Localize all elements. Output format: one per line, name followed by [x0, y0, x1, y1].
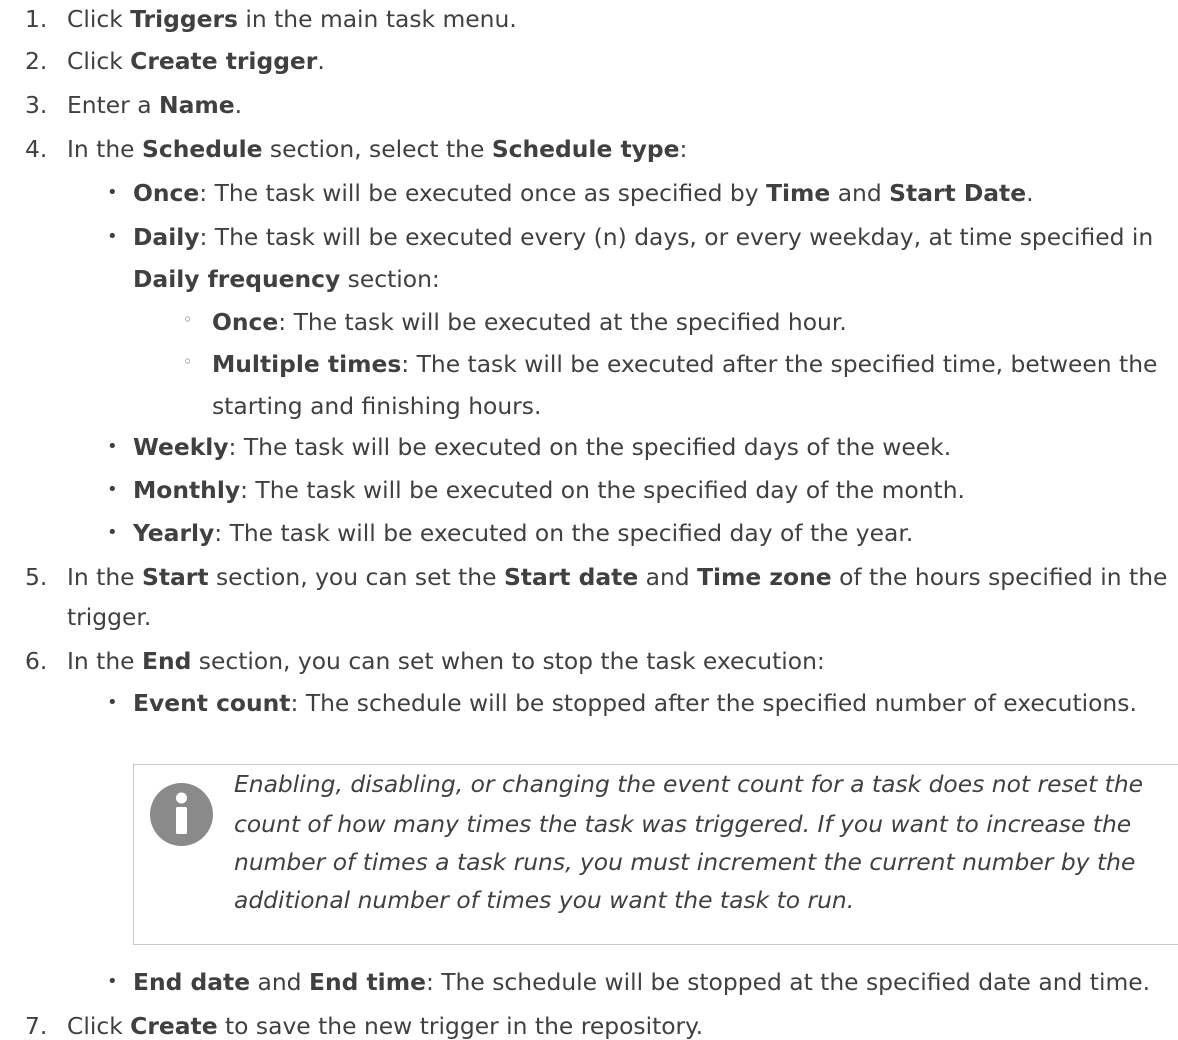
bullet-marker: • [107, 692, 118, 713]
term-schedule-type: Schedule type [491, 135, 680, 163]
info-icon [150, 783, 213, 846]
sub-bullet-marker: ◦ [183, 310, 193, 329]
bullet-marker: • [107, 479, 118, 500]
step-number: 1. [25, 5, 48, 33]
term-schedule: Schedule [141, 135, 263, 163]
bullet-marker: • [107, 436, 118, 457]
bullet-daily-cont: Daily frequency section: [133, 265, 440, 293]
step-number: 4. [25, 135, 48, 163]
note-line-2: count of how many times the task was tri… [234, 810, 1132, 838]
document-page: { "steps": { "s1": {"num": "1.", "t1": "… [0, 0, 1178, 1039]
term-triggers: Triggers [130, 5, 238, 33]
step-number: 3. [25, 91, 48, 119]
sub-bullet-multiple-cont: starting and finishing hours. [212, 392, 542, 420]
step-5-cont: trigger. [67, 603, 152, 631]
note-line-4: additional number of times you want the … [234, 886, 855, 914]
step-number: 5. [25, 563, 48, 591]
step-number: 6. [25, 647, 48, 675]
bullet-marker: • [107, 971, 118, 992]
step-number: 2. [25, 47, 48, 75]
note-line-1: Enabling, disabling, or changing the eve… [234, 770, 1144, 798]
bullet-marker: • [107, 522, 118, 543]
term-name: Name [159, 91, 235, 119]
bullet-marker: • [107, 182, 118, 203]
term-create-trigger: Create trigger [130, 47, 318, 75]
step-number: 7. [25, 1012, 48, 1040]
sub-bullet-marker: ◦ [183, 352, 193, 371]
bullet-marker: • [107, 226, 118, 247]
note-line-3: number of times a task runs, you must in… [234, 848, 1136, 876]
